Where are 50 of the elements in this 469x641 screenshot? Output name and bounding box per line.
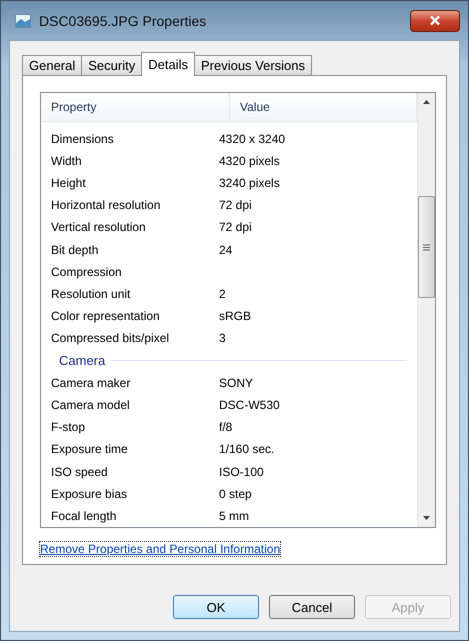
property-name: Horizontal resolution bbox=[50, 198, 162, 212]
scrollbar[interactable] bbox=[417, 93, 435, 527]
property-name: ISO speed bbox=[50, 464, 109, 479]
property-value: SONY bbox=[219, 376, 254, 390]
close-button[interactable] bbox=[410, 10, 460, 32]
property-value: 72 dpi bbox=[219, 220, 252, 234]
property-value: 0 step bbox=[219, 486, 252, 501]
property-name: Resolution unit bbox=[50, 287, 132, 302]
property-value: 4320 pixels bbox=[219, 154, 280, 168]
column-header[interactable]: Property bbox=[41, 93, 230, 121]
property-value: 1/160 sec. bbox=[219, 442, 274, 456]
section-heading: Camera bbox=[59, 353, 106, 368]
scroll-thumb[interactable] bbox=[418, 196, 435, 298]
property-name: Bit depth bbox=[50, 242, 100, 257]
property-name: Height bbox=[50, 176, 87, 190]
tab[interactable]: Details bbox=[141, 52, 195, 76]
property-value: sRGB bbox=[219, 309, 252, 324]
property-value: 3240 pixels bbox=[219, 176, 280, 190]
property-name: Camera model bbox=[50, 398, 131, 412]
property-name: Exposure time bbox=[50, 442, 129, 456]
property-name: Vertical resolution bbox=[50, 220, 147, 234]
property-value: 72 dpi bbox=[219, 198, 252, 212]
property-value: 24 bbox=[219, 242, 232, 257]
remove-properties-link[interactable]: Remove Properties and Personal Information bbox=[40, 542, 280, 556]
property-name: Compressed bits/pixel bbox=[50, 331, 170, 346]
image-file-icon bbox=[15, 14, 31, 28]
property-value: 5 mm bbox=[219, 508, 249, 523]
property-name: Compression bbox=[50, 264, 123, 279]
tab[interactable]: General bbox=[22, 55, 82, 75]
property-value: DSC-W530 bbox=[219, 398, 280, 412]
property-name: F-stop bbox=[50, 420, 86, 434]
property-name: Camera maker bbox=[50, 376, 132, 390]
property-value: 4320 x 3240 bbox=[219, 132, 286, 146]
property-name: Width bbox=[50, 154, 83, 168]
scroll-up-icon[interactable] bbox=[423, 100, 430, 104]
dialog-button[interactable]: Cancel bbox=[269, 595, 355, 619]
property-name: Exposure bias bbox=[50, 486, 128, 501]
tab[interactable]: Previous Versions bbox=[194, 55, 312, 75]
property-value: ISO-100 bbox=[219, 464, 264, 479]
property-value: f/8 bbox=[219, 420, 232, 434]
property-value: 3 bbox=[219, 331, 226, 346]
property-value: 2 bbox=[219, 287, 226, 302]
tab[interactable]: Security bbox=[81, 55, 142, 75]
window-title: DSC03695.JPG Properties bbox=[39, 12, 206, 28]
property-name: Color representation bbox=[50, 309, 161, 324]
scroll-down-icon[interactable] bbox=[423, 516, 430, 520]
close-icon bbox=[429, 15, 441, 26]
property-name: Focal length bbox=[50, 508, 118, 523]
dialog-button[interactable]: OK bbox=[173, 595, 259, 619]
property-name: Dimensions bbox=[50, 132, 115, 146]
